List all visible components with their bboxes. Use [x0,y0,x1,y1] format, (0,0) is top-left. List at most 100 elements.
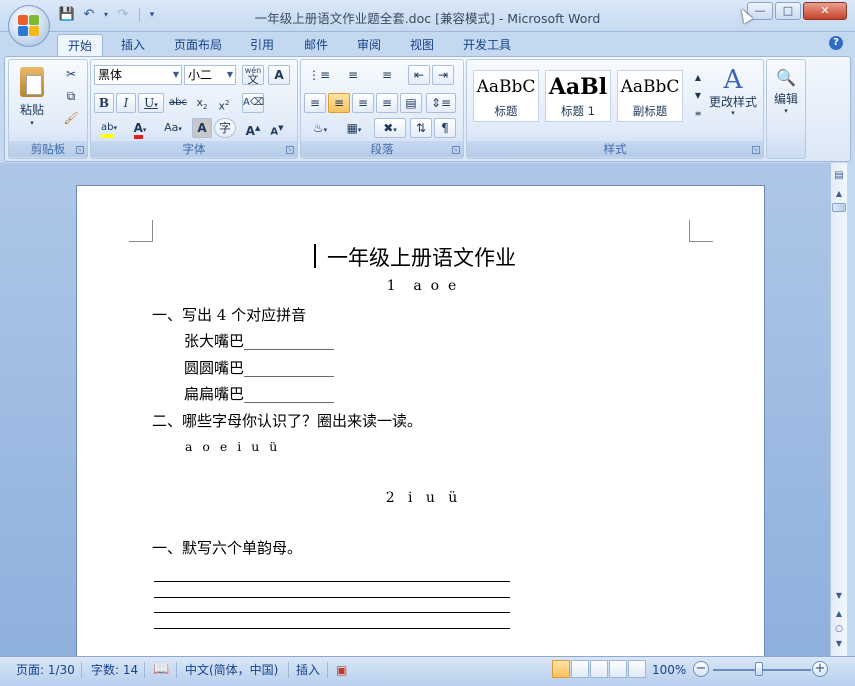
question-1-item: 圆圆嘴巴____________ [184,359,335,377]
outline-view-icon[interactable] [609,660,627,678]
paste-button[interactable]: 粘贴 ▾ [15,64,49,127]
show-marks-icon[interactable]: ¶ [434,118,456,138]
strikethrough-button[interactable]: abc [166,93,190,113]
underline-button[interactable]: U▾ [138,93,164,113]
shrink-font-icon[interactable]: A▼ [266,118,288,138]
distributed-icon[interactable]: ▤ [400,93,422,113]
tab-home[interactable]: 开始 [57,34,103,56]
borders-icon[interactable]: ▦▾ [338,118,370,138]
paragraph-launcher-icon[interactable]: ↘ [452,146,460,154]
help-icon[interactable]: ? [829,36,843,50]
align-center-icon[interactable]: ≡ [328,93,350,113]
zoom-slider-thumb[interactable] [755,662,763,676]
tab-view[interactable]: 视图 [401,34,443,56]
enclose-characters-icon[interactable]: 字 [214,118,236,138]
character-shading-icon[interactable]: A [192,118,212,138]
page-count[interactable]: 页面: 1/30 [16,661,75,679]
binoculars-icon: 🔍 [776,68,796,87]
character-border-icon[interactable]: A [268,65,290,85]
align-left-icon[interactable]: ≡ [304,93,326,113]
superscript-button[interactable]: x2 [214,93,234,113]
font-name-combo[interactable]: 黑体 ▼ [94,65,182,85]
copy-icon[interactable]: ⧉ [61,86,81,106]
styles-scroll-up-icon[interactable]: ▲ [688,68,708,86]
document-area: 一年级上册语文作业 1 a o e 一、写出 4 个对应拼音 张大嘴巴_____… [0,163,830,656]
margin-corner-mark [689,220,713,242]
close-button[interactable]: ✕ [803,2,847,20]
paste-label: 粘贴 [19,103,44,117]
zoom-level[interactable]: 100% [652,661,686,679]
web-layout-view-icon[interactable] [590,660,608,678]
view-ruler-icon[interactable]: ▤ [832,169,846,183]
ribbon: 粘贴 ▾ ✂ ⧉ 🖌 剪贴板 ↘ 黑体 ▼ 小二 ▼ wén 文 A B I U▾… [4,56,851,162]
paste-icon [20,67,44,97]
next-page-icon[interactable]: ▼ [832,637,846,651]
font-name-value: 黑体 [98,68,123,82]
office-button[interactable] [8,5,50,47]
highlight-color-button[interactable]: ab▾ [94,118,124,138]
increase-indent-icon[interactable]: ⇥ [432,65,454,85]
scroll-down-icon[interactable]: ▼ [832,589,846,603]
multilevel-list-icon[interactable]: ≡ [372,65,402,85]
tab-insert[interactable]: 插入 [112,34,154,56]
editing-button[interactable]: 🔍 编辑 ▾ [769,64,803,126]
style-sample: AaBbC [476,77,536,97]
zoom-out-icon[interactable]: − [693,661,709,677]
clear-formatting-icon[interactable]: A⌫ [242,93,264,113]
maximize-button[interactable]: □ [775,2,801,20]
tab-references[interactable]: 引用 [241,34,283,56]
line-spacing-icon[interactable]: ⇕≡ [426,93,456,113]
print-layout-view-icon[interactable] [552,660,570,678]
clipboard-launcher-icon[interactable]: ↘ [76,146,84,154]
scroll-thumb[interactable] [832,203,846,212]
macro-record-icon[interactable]: ▣ [336,661,347,679]
window-frame [847,163,855,656]
insert-mode[interactable]: 插入 [296,661,320,679]
phonetic-guide-button[interactable]: wén 文 [242,65,264,85]
cut-icon[interactable]: ✂ [61,64,81,84]
change-case-button[interactable]: Aa▾ [158,118,188,138]
font-color-icon: A [133,122,143,139]
tab-mailings[interactable]: 邮件 [295,34,337,56]
proofing-icon[interactable]: 📖 [153,661,169,679]
tab-developer[interactable]: 开发工具 [455,34,519,56]
draft-view-icon[interactable] [628,660,646,678]
italic-button[interactable]: I [116,93,136,113]
font-size-combo[interactable]: 小二 ▼ [184,65,236,85]
style-subtitle[interactable]: AaBbC 副标题 [617,70,683,122]
font-group: 黑体 ▼ 小二 ▼ wén 文 A B I U▾ abc x2 x2 A⌫ ab▾… [90,59,298,159]
language-indicator[interactable]: 中文(简体，中国) [185,661,278,679]
format-painter-icon[interactable]: 🖌 [61,108,81,128]
styles-more-icon[interactable]: ≡ [688,104,708,122]
style-title[interactable]: AaBbC 标题 [473,70,539,122]
shading-icon[interactable]: ♨▾ [304,118,336,138]
align-right-icon[interactable]: ≡ [352,93,374,113]
styles-scroll-down-icon[interactable]: ▼ [688,86,708,104]
chinese-layout-icon[interactable]: ✖▾ [374,118,406,138]
select-browse-object-icon[interactable]: ○ [832,622,846,636]
previous-page-icon[interactable]: ▲ [832,607,846,621]
bullets-icon[interactable]: ⋮≡ [304,65,334,85]
zoom-in-icon[interactable]: + [812,661,828,677]
full-screen-reading-view-icon[interactable] [571,660,589,678]
sort-icon[interactable]: ⇅ [410,118,432,138]
vertical-scrollbar[interactable]: ▤ ▲ ▼ ▲ ○ ▼ [830,163,847,656]
subscript-button[interactable]: x2 [192,93,212,113]
word-count[interactable]: 字数: 14 [91,661,138,679]
editing-label: 编辑 [773,92,798,106]
styles-launcher-icon[interactable]: ↘ [752,146,760,154]
decrease-indent-icon[interactable]: ⇤ [408,65,430,85]
grow-font-icon[interactable]: A▲ [242,118,264,138]
justify-icon[interactable]: ≡ [376,93,398,113]
font-color-button[interactable]: A▾ [126,118,154,139]
tab-review[interactable]: 审阅 [348,34,390,56]
font-launcher-icon[interactable]: ↘ [286,146,294,154]
numbering-icon[interactable]: ≡ [338,65,368,85]
document-page[interactable]: 一年级上册语文作业 1 a o e 一、写出 4 个对应拼音 张大嘴巴_____… [76,185,765,656]
tab-page-layout[interactable]: 页面布局 [166,34,230,56]
style-heading-1[interactable]: AaBl 标题 1 [545,70,611,122]
change-styles-button[interactable]: A 更改样式 ▾ [707,64,759,126]
scroll-up-icon[interactable]: ▲ [832,187,846,201]
style-name: 标题 1 [561,104,595,118]
bold-button[interactable]: B [94,93,114,113]
